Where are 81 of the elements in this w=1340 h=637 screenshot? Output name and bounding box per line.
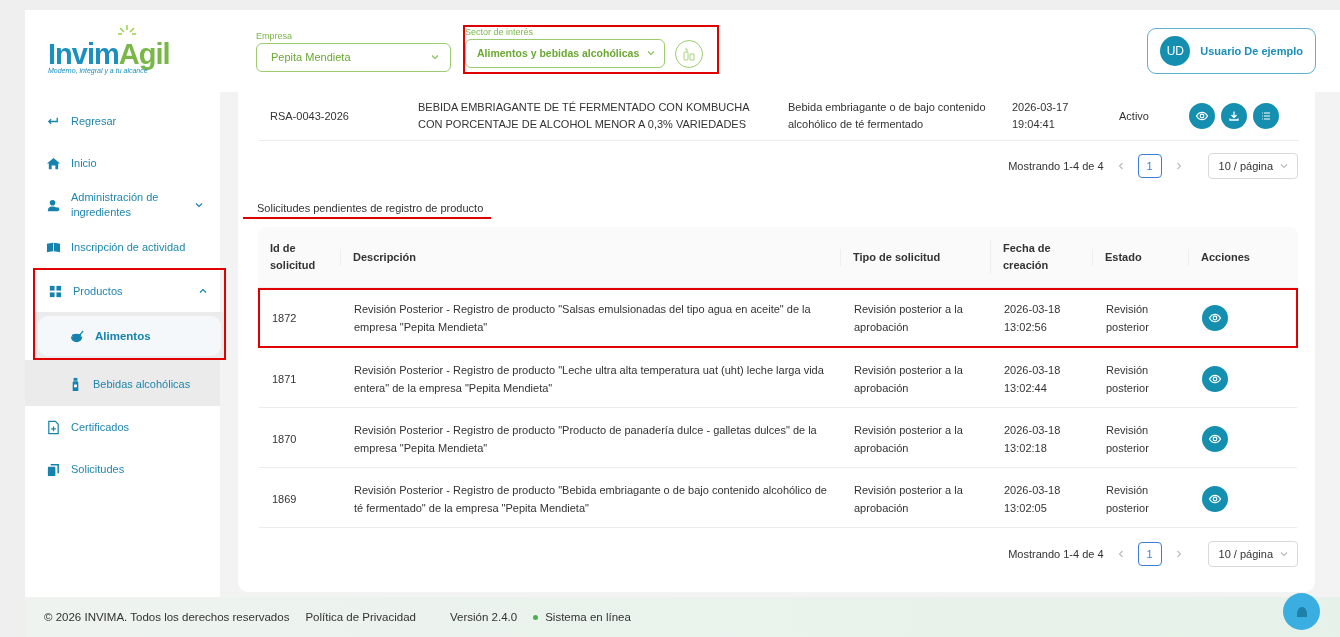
- column-header: Fecha de creación: [990, 240, 1075, 274]
- view-button[interactable]: [1202, 485, 1228, 512]
- table-cell-text: 2026-03-18 13:02:56: [1004, 302, 1062, 335]
- status-text: Sistema en línea: [545, 611, 631, 623]
- sidebar-item[interactable]: Productos: [35, 270, 224, 312]
- table-cell-text: Revisión Posterior - Registro de producto "Bebida embriagante o de bajo contenido alcohólico de té fermentado" de la empresa "Pepita Mendieta": [353, 482, 828, 516]
- list-button[interactable]: [1253, 103, 1279, 129]
- column-header: Descripción: [340, 248, 840, 266]
- chevron-down-icon: [430, 52, 440, 62]
- pagination-summary: Mostrando 1-4 de 4: [1008, 160, 1104, 172]
- chevron-down-icon: [1279, 161, 1289, 171]
- copyright-text: © 2026 INVIMA. Todos los derechos reservados: [44, 611, 290, 623]
- table-cell-text: Revisión posterior: [1106, 362, 1150, 396]
- column-header: Acciones: [1188, 248, 1298, 266]
- sun-rays-icon: [118, 24, 136, 37]
- page-button[interactable]: 1: [1137, 542, 1162, 566]
- table-cell-text: Revisión posterior a la aprobación: [853, 482, 964, 516]
- column-header: Id de solicitud: [269, 241, 317, 273]
- bowl-icon: [70, 328, 85, 344]
- table-cell-text: Revisión Posterior - Registro de producto "Producto de panadería dulce - galletas dulces" de la empresa "Pepita Mendieta": [353, 422, 818, 456]
- table-cell-text: 1869: [271, 491, 298, 507]
- table-cell-text: Revisión Posterior - Registro de producto "Salsas emulsionadas del tipo agua en aceite" de la empresa "Pepita Mendieta": [353, 302, 812, 335]
- table-cell-text: Revisión posterior a la aprobación: [853, 362, 964, 396]
- chevron-down-icon: [1279, 549, 1289, 559]
- table-cell-text: Revisión posterior a la aprobación: [853, 302, 964, 335]
- table-cell-text: Bebida embriagante o de bajo contenido alcohólico de té fermentado: [787, 100, 987, 132]
- sidebar-item[interactable]: Administración de ingredientes: [25, 184, 220, 226]
- grid-icon: [48, 283, 63, 299]
- view-button[interactable]: [1202, 305, 1228, 331]
- avatar: UD: [1160, 36, 1191, 66]
- home-icon: [46, 155, 61, 171]
- table-cell-text: 1870: [271, 431, 298, 447]
- user-menu-button[interactable]: UD Usuario De ejemplo: [1147, 28, 1316, 74]
- documents-icon: [46, 461, 61, 477]
- download-icon: [1227, 109, 1241, 123]
- privacy-link[interactable]: Política de Privacidad: [305, 611, 416, 623]
- person-icon: [46, 197, 61, 213]
- table-cell-text: Revisión posterior: [1106, 302, 1150, 335]
- section-title: Solicitudes pendientes de registro de producto: [243, 202, 492, 219]
- view-button[interactable]: [1202, 425, 1228, 452]
- table-cell-text: 2026-03-18 13:02:05: [1004, 482, 1062, 516]
- table-cell-text: 1871: [271, 371, 298, 387]
- table-cell-text: 2026-03-18 13:02:18: [1004, 422, 1062, 456]
- column-header: Tipo de solicitud: [840, 248, 990, 266]
- pagination-summary: Mostrando 1-4 de 4: [1008, 548, 1104, 560]
- field-label: Sector de interés: [465, 26, 535, 37]
- page-button[interactable]: 1: [1137, 154, 1162, 178]
- table-cell-text: 2026-03-17 19:04:41: [1012, 100, 1070, 132]
- sidebar-item[interactable]: Certificados: [25, 406, 220, 448]
- page-size-select[interactable]: 10 / página: [1207, 541, 1298, 567]
- sidebar-item[interactable]: Solicitudes: [25, 448, 220, 490]
- view-button[interactable]: [1202, 365, 1228, 392]
- sector-select[interactable]: Alimentos y bebidas alcohólicas: [465, 38, 665, 68]
- view-button[interactable]: [1189, 103, 1215, 129]
- column-header: Estado: [1092, 248, 1188, 266]
- logo-wordmark: InvimAgil: [48, 38, 171, 69]
- field-label: Empresa: [256, 30, 293, 41]
- table-cell-text: Revisión posterior a la aprobación: [853, 422, 964, 456]
- table-cell-text: Activo: [1118, 108, 1150, 124]
- chevron-down-icon: [646, 48, 656, 58]
- table-cell-text: RSA-0043-2026: [269, 108, 350, 124]
- eye-icon: [1208, 311, 1222, 325]
- page-size-select[interactable]: 10 / página: [1207, 153, 1298, 179]
- list-icon: [1259, 109, 1273, 123]
- sidebar-item[interactable]: Regresar: [25, 100, 220, 142]
- download-button[interactable]: [1221, 103, 1247, 129]
- version-text: Versión 2.4.0: [450, 611, 518, 623]
- company-select[interactable]: Pepita Mendieta: [256, 42, 451, 72]
- table-cell-text: Revisión Posterior - Registro de producto "Leche ultra alta temperatura uat (uht) leche larga vida entera" de la empresa "Pepita Mendieta": [353, 362, 825, 396]
- table-cell-text: 1872: [271, 311, 298, 326]
- help-button[interactable]: [1283, 593, 1320, 630]
- bottles-icon: [681, 45, 697, 62]
- table-cell-text: BEBIDA EMBRIAGANTE DE TÉ FERMENTADO CON KOMBUCHA CON PORCENTAJE DE ALCOHOL MENOR A 0,3% VARIEDADES: [417, 100, 751, 132]
- sidebar-item[interactable]: Alimentos: [38, 316, 221, 356]
- table-cell-text: Revisión posterior: [1106, 482, 1150, 516]
- table-cell-text: Revisión posterior: [1106, 422, 1150, 456]
- eye-icon: [1195, 109, 1209, 123]
- sidebar-item[interactable]: Inscripción de actividad: [25, 226, 220, 268]
- sidebar-item[interactable]: Inicio: [25, 142, 220, 184]
- table-cell-text: 2026-03-18 13:02:44: [1004, 362, 1062, 396]
- document-plus-icon: [46, 419, 61, 435]
